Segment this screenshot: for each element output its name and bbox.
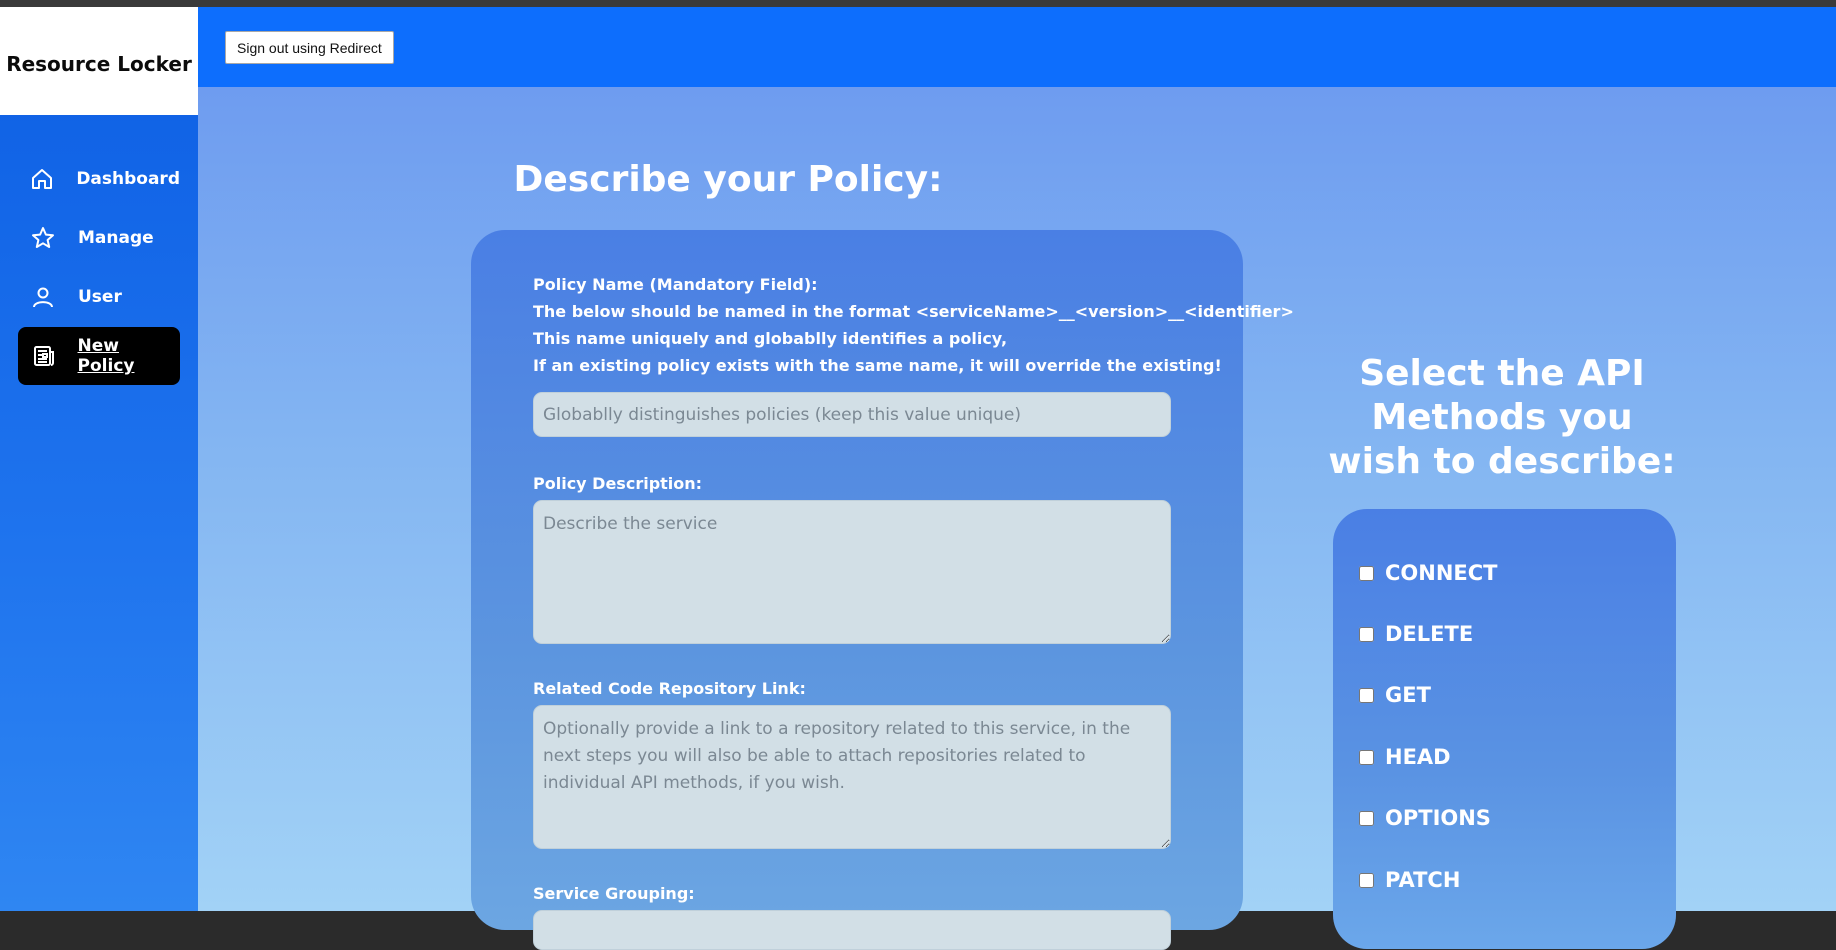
method-label: CONNECT bbox=[1385, 561, 1498, 585]
method-head-checkbox[interactable] bbox=[1359, 749, 1374, 765]
window-top-strip bbox=[0, 0, 1836, 7]
repo-link-label: Related Code Repository Link: bbox=[533, 679, 806, 698]
repo-link-field: Related Code Repository Link: bbox=[533, 675, 1171, 849]
method-get-checkbox[interactable] bbox=[1359, 687, 1374, 703]
sidebar-item-label: Dashboard bbox=[76, 169, 180, 189]
method-label: GET bbox=[1385, 683, 1431, 707]
sidebar-item-label: New Policy bbox=[77, 336, 135, 376]
policy-name-override-warning: If an existing policy exists with the sa… bbox=[533, 356, 1222, 375]
user-icon bbox=[30, 284, 56, 310]
policy-description-input[interactable] bbox=[533, 500, 1171, 644]
service-grouping-input[interactable] bbox=[533, 910, 1171, 950]
method-label: PATCH bbox=[1385, 868, 1461, 892]
home-icon bbox=[30, 166, 54, 192]
policy-description-field: Policy Description: bbox=[533, 470, 1171, 644]
method-patch-checkbox[interactable] bbox=[1359, 872, 1374, 888]
policy-name-input[interactable] bbox=[533, 392, 1171, 437]
policy-name-format-hint: The below should be named in the format … bbox=[533, 302, 1294, 321]
repo-link-input[interactable] bbox=[533, 705, 1171, 849]
sidebar-item-label: User bbox=[78, 287, 122, 307]
policy-description-label: Policy Description: bbox=[533, 474, 703, 493]
method-options[interactable]: OPTIONS bbox=[1359, 806, 1491, 830]
api-methods-title: Select the API Methods you wish to descr… bbox=[1328, 353, 1676, 482]
method-options-checkbox[interactable] bbox=[1359, 810, 1374, 826]
sign-out-button[interactable]: Sign out using Redirect bbox=[225, 31, 394, 64]
method-head[interactable]: HEAD bbox=[1359, 745, 1451, 769]
sidebar: Resource Locker Dashboard Manage User Ne… bbox=[0, 7, 198, 911]
method-patch[interactable]: PATCH bbox=[1359, 868, 1460, 892]
sidebar-nav: Dashboard Manage User New Policy bbox=[0, 115, 198, 385]
service-grouping-label: Service Grouping: bbox=[533, 884, 695, 903]
brand-logo[interactable]: Resource Locker bbox=[0, 7, 198, 115]
sidebar-item-dashboard[interactable]: Dashboard bbox=[18, 150, 180, 208]
method-label: HEAD bbox=[1385, 745, 1451, 769]
sidebar-item-new-policy[interactable]: New Policy bbox=[18, 327, 180, 385]
policy-name-field: Policy Name (Mandatory Field): The below… bbox=[533, 271, 1294, 437]
top-header: Sign out using Redirect bbox=[198, 7, 1836, 87]
method-label: OPTIONS bbox=[1385, 806, 1491, 830]
policy-name-label: Policy Name (Mandatory Field): bbox=[533, 275, 818, 294]
sidebar-item-manage[interactable]: Manage bbox=[18, 209, 180, 267]
sidebar-item-label: Manage bbox=[78, 228, 154, 248]
method-delete-checkbox[interactable] bbox=[1359, 626, 1374, 642]
method-connect-checkbox[interactable] bbox=[1359, 565, 1374, 581]
api-methods-card: CONNECT DELETE GET HEAD OPTIONS PATCH bbox=[1333, 509, 1676, 949]
method-get[interactable]: GET bbox=[1359, 683, 1431, 707]
policy-form-card: Policy Name (Mandatory Field): The below… bbox=[471, 230, 1294, 950]
main-content: Describe your Policy: Policy Name (Manda… bbox=[198, 87, 1836, 950]
method-label: DELETE bbox=[1385, 622, 1474, 646]
newspaper-icon bbox=[30, 343, 56, 369]
star-icon bbox=[30, 225, 56, 251]
policy-name-unique-hint: This name uniquely and globablly identif… bbox=[533, 329, 1008, 348]
method-delete[interactable]: DELETE bbox=[1359, 622, 1473, 646]
method-connect[interactable]: CONNECT bbox=[1359, 561, 1498, 585]
service-grouping-field: Service Grouping: bbox=[533, 880, 1171, 950]
sidebar-item-user[interactable]: User bbox=[18, 268, 180, 326]
page-title: Describe your Policy: bbox=[513, 159, 943, 200]
